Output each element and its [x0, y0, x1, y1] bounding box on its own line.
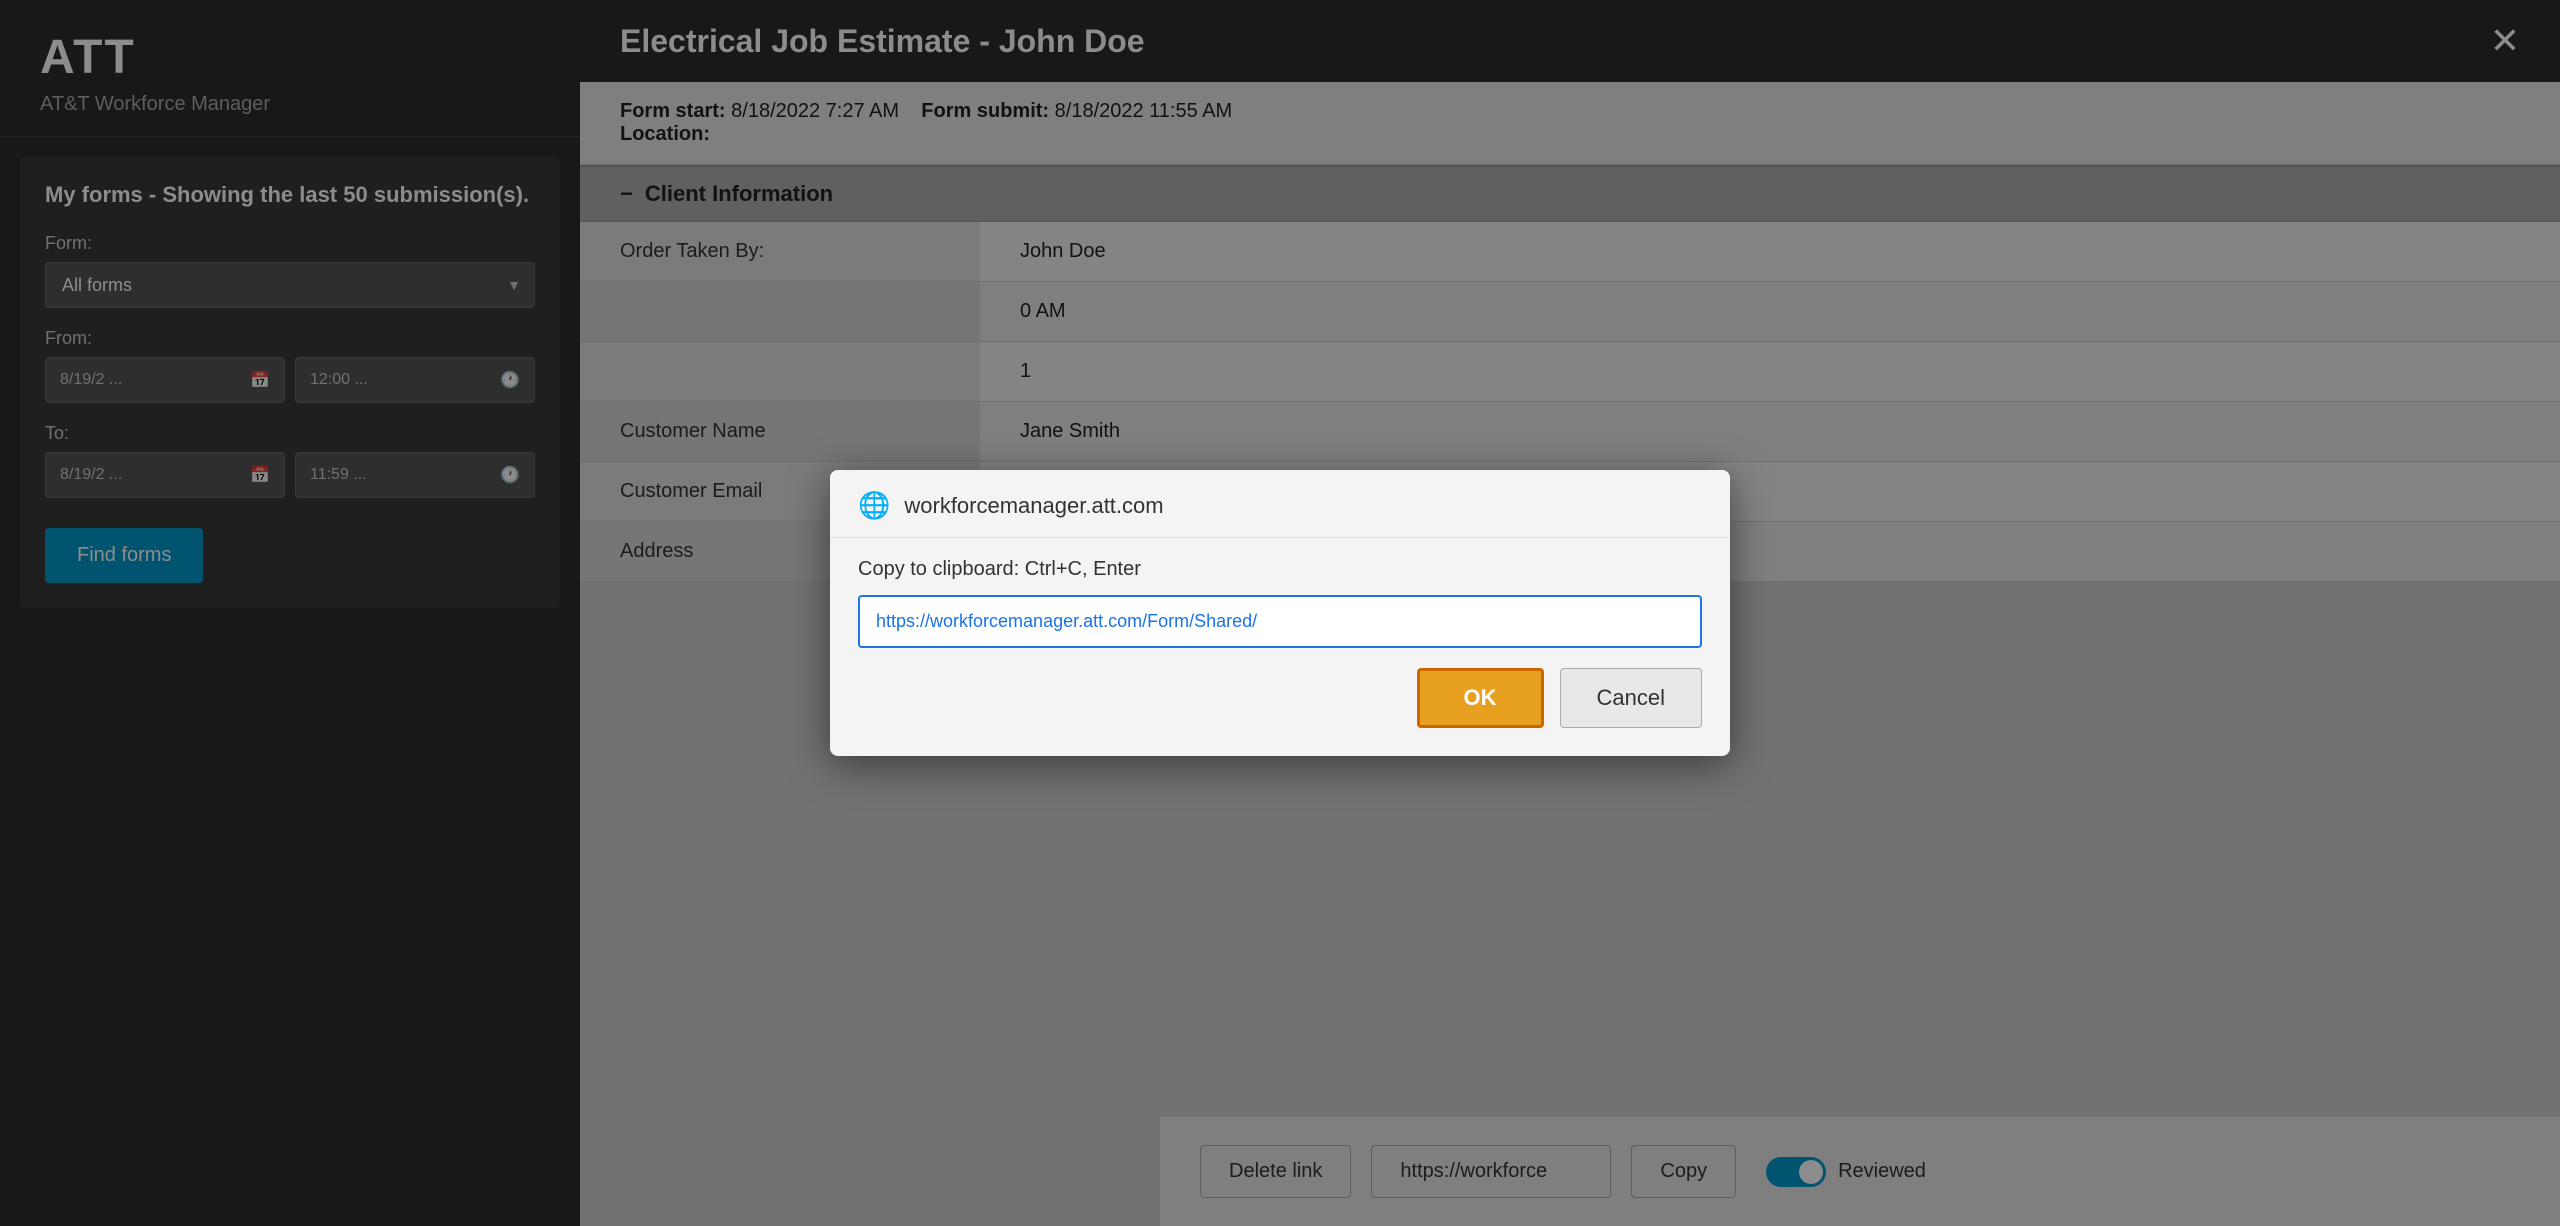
modal-domain: workforcemanager.att.com — [904, 493, 1163, 519]
cancel-button[interactable]: Cancel — [1560, 668, 1702, 728]
ok-button[interactable]: OK — [1417, 668, 1544, 728]
globe-icon: 🌐 — [858, 490, 890, 521]
modal-header: 🌐 workforcemanager.att.com — [830, 470, 1730, 538]
modal-body: Copy to clipboard: Ctrl+C, Enter OK Canc… — [830, 538, 1730, 756]
modal-instruction: Copy to clipboard: Ctrl+C, Enter — [858, 558, 1702, 581]
modal-dialog: 🌐 workforcemanager.att.com Copy to clipb… — [830, 470, 1730, 756]
modal-buttons: OK Cancel — [858, 668, 1702, 728]
modal-url-input[interactable] — [858, 595, 1702, 648]
